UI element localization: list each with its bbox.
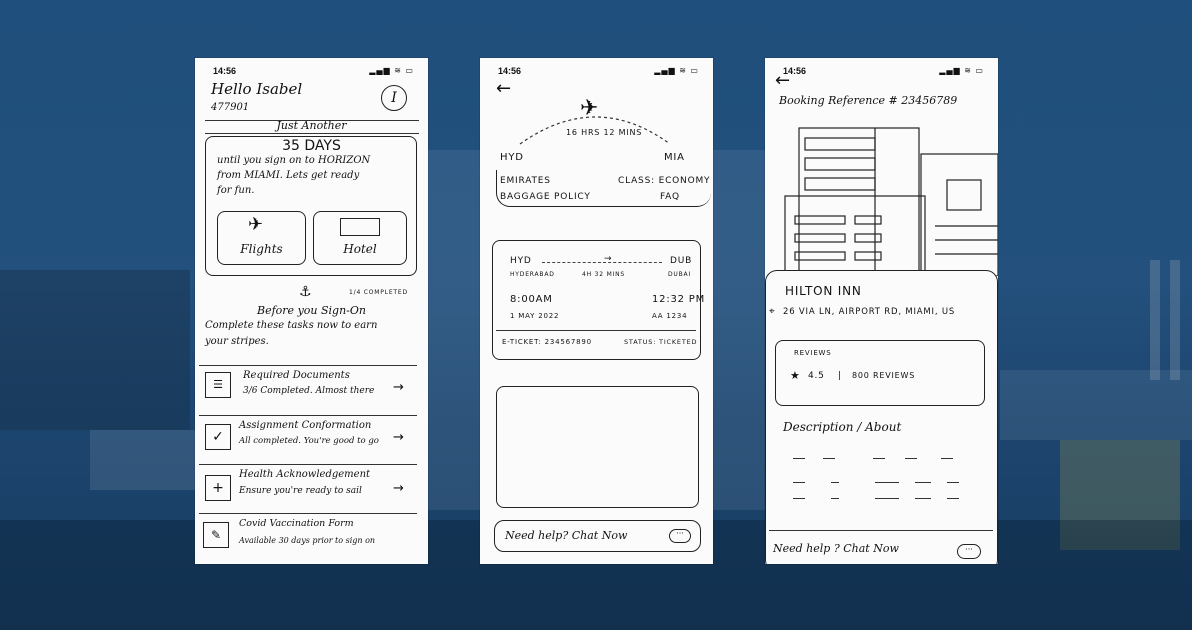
- destination-code: MIA: [664, 152, 685, 163]
- task-title: Health Acknowledgement: [239, 469, 371, 480]
- flight-number: AA 1234: [652, 312, 688, 320]
- plus-icon: +: [205, 475, 231, 501]
- hotel-name: HILTON INN: [785, 284, 862, 298]
- hotel-button[interactable]: Hotel: [313, 211, 407, 265]
- arrival-time: 12:32 PM: [652, 294, 706, 305]
- hotel-icon: [340, 218, 380, 236]
- section-subtitle-2: your stripes.: [205, 336, 269, 347]
- leg-duration: 4H 32 MINS: [582, 271, 626, 278]
- task-status: 3/6 Completed. Almost there: [243, 386, 375, 396]
- airplane-icon: ✈: [580, 96, 599, 121]
- section-subtitle-1: Complete these tasks now to earn: [205, 320, 378, 331]
- flights-label: Flights: [240, 242, 283, 256]
- task-title: Assignment Conformation: [239, 420, 372, 431]
- task-status: Available 30 days prior to sign on: [239, 536, 376, 545]
- flight-date: 1 MAY 2022: [510, 312, 560, 320]
- departure-time: 8:00AM: [510, 294, 553, 305]
- countdown-line-2: from MIAMI. Lets get ready: [217, 170, 360, 181]
- leg-from-city: HYDERABAD: [510, 271, 555, 278]
- flight-duration: 16 HRS 12 MINS: [566, 128, 643, 137]
- status-time: 14:56: [213, 66, 237, 76]
- home-screen: 14:56 ▂▄▆ ≋ ▭ Hello Isabel 477901 I Just…: [195, 58, 428, 564]
- countdown-line-1: until you sign on to HORIZON: [217, 155, 371, 166]
- help-text: Need help? Chat Now: [505, 529, 628, 542]
- document-icon: ☰: [205, 372, 231, 398]
- syringe-icon: ✎: [203, 522, 229, 548]
- chat-help-button[interactable]: Need help ? Chat Now ···: [765, 534, 998, 564]
- help-text: Need help ? Chat Now: [773, 542, 899, 555]
- eticket-number: E-TICKET: 234567890: [502, 338, 592, 346]
- hotel-sketch-image: [784, 127, 998, 276]
- avatar-button[interactable]: I: [381, 85, 407, 111]
- arrow-right-icon: →: [393, 380, 404, 395]
- location-pin-icon: ⌖: [769, 306, 775, 317]
- anchor-icon: ⚓: [299, 284, 312, 300]
- travel-class: CLASS: ECONOMY: [618, 176, 711, 186]
- task-covid-vaccination[interactable]: ✎ Covid Vaccination Form Available 30 da…: [195, 514, 428, 562]
- back-arrow-icon[interactable]: ←: [775, 70, 790, 91]
- leg-to-code: DUB: [670, 256, 693, 266]
- details-panel: [496, 386, 699, 508]
- hotel-details-screen: 14:56 ▂▄▆ ≋ ▭ ← Booking Reference # 2345…: [765, 58, 998, 564]
- arrow-right-icon: →: [393, 481, 404, 496]
- booking-reference: Booking Reference # 23456789: [779, 94, 958, 107]
- rating-separator: |: [838, 371, 842, 381]
- section-title: Before you Sign-On: [257, 304, 366, 317]
- ticket-status: STATUS: TICKETED: [624, 338, 698, 346]
- chat-bubble-icon: ···: [669, 529, 691, 543]
- hotel-address: 26 VIA LN, AIRPORT RD, MIAMI, US: [783, 307, 956, 317]
- task-title: Covid Vaccination Form: [239, 518, 354, 529]
- greeting: Hello Isabel: [211, 80, 303, 98]
- description-title: Description / About: [783, 420, 902, 434]
- user-id: 477901: [211, 102, 250, 113]
- arrow-right-icon: →: [393, 430, 404, 445]
- days-count: 35 DAYS: [282, 138, 341, 154]
- origin-code: HYD: [500, 152, 524, 163]
- hotel-label: Hotel: [343, 242, 377, 256]
- faq-link[interactable]: FAQ: [660, 192, 680, 202]
- airplane-icon: ✈: [248, 214, 264, 235]
- reviews-card[interactable]: REVIEWS ★ 4.5 | 800 REVIEWS: [775, 340, 985, 406]
- arrow-right-icon: →: [604, 254, 612, 264]
- status-time: 14:56: [498, 66, 522, 76]
- banner-title: Just Another: [276, 119, 347, 132]
- leg-to-city: DUBAI: [668, 271, 692, 278]
- star-icon: ★: [790, 369, 800, 382]
- flights-button[interactable]: ✈ Flights: [217, 211, 306, 265]
- reviews-label: REVIEWS: [794, 349, 832, 357]
- airline-name: EMIRATES: [500, 176, 551, 186]
- chat-bubble-icon: ···: [957, 544, 981, 559]
- task-status: All completed. You're good to go: [239, 436, 379, 446]
- task-status: Ensure you're ready to sail: [239, 486, 362, 496]
- checkbox-checked-icon: ✓: [205, 424, 231, 450]
- status-icons: ▂▄▆ ≋ ▭: [654, 66, 699, 75]
- baggage-policy-link[interactable]: BAGGAGE POLICY: [500, 192, 591, 202]
- countdown-line-3: for fun.: [217, 185, 255, 196]
- reviews-count: 800 REVIEWS: [852, 371, 916, 380]
- status-icons: ▂▄▆ ≋ ▭: [369, 66, 414, 75]
- flight-details-screen: 14:56 ▂▄▆ ≋ ▭ ← ✈ 16 HRS 12 MINS HYD MIA…: [480, 58, 713, 564]
- task-health-acknowledgement[interactable]: + Health Acknowledgement Ensure you're r…: [195, 465, 428, 513]
- task-title: Required Documents: [243, 370, 350, 381]
- rating-value: 4.5: [808, 371, 825, 381]
- chat-help-button[interactable]: Need help? Chat Now ···: [494, 520, 701, 552]
- leg-from-code: HYD: [510, 256, 532, 266]
- progress-text: 1/4 COMPLETED: [349, 289, 408, 296]
- task-assignment-confirmation[interactable]: ✓ Assignment Conformation All completed.…: [195, 416, 428, 464]
- status-icons: ▂▄▆ ≋ ▭: [939, 66, 984, 75]
- task-required-documents[interactable]: ☰ Required Documents 3/6 Completed. Almo…: [195, 366, 428, 414]
